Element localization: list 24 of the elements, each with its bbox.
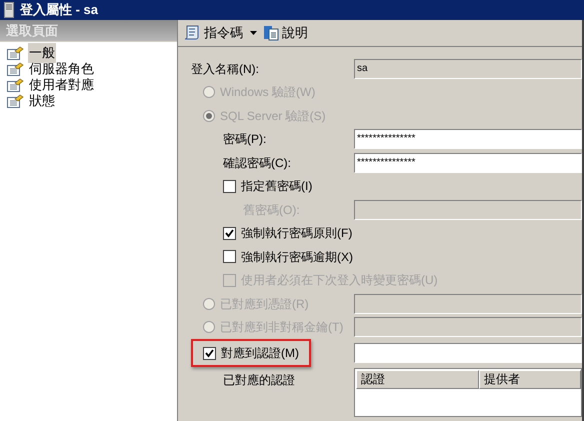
checkbox-label: 對應到認證(M) [221, 345, 299, 362]
field-label: 確認密碼(C): [223, 154, 291, 172]
checkbox-label: 指定舊密碼(I) [241, 178, 312, 196]
server-icon [4, 2, 14, 18]
toolbar-button[interactable]: 指令碼 [182, 22, 258, 44]
page-icon [7, 46, 24, 60]
field-label: 密碼(P): [223, 131, 266, 148]
sidebar-item[interactable]: 一般 [28, 43, 56, 63]
page-icon [7, 78, 24, 92]
section-label: 已對應的認證 [223, 373, 295, 387]
document-icon [263, 25, 279, 41]
checkbox-label: 強制執行密碼原則(F) [241, 225, 352, 242]
input-field[interactable] [354, 343, 582, 363]
field-label: 登入名稱(N): [191, 60, 259, 78]
page-icon [7, 94, 24, 108]
checkbox-label: 強制執行密碼逾期(X) [241, 248, 353, 266]
checkbox[interactable] [203, 346, 216, 360]
column-header[interactable]: 認證 [356, 370, 479, 389]
scroll-icon [183, 25, 201, 41]
window-title: 登入屬性 - sa [20, 1, 98, 20]
toolbar-button[interactable]: 說明 [262, 22, 309, 44]
column-header[interactable]: 提供者 [479, 370, 581, 389]
page-icon [7, 62, 24, 76]
sidebar-header: 選取頁面 [0, 20, 177, 42]
